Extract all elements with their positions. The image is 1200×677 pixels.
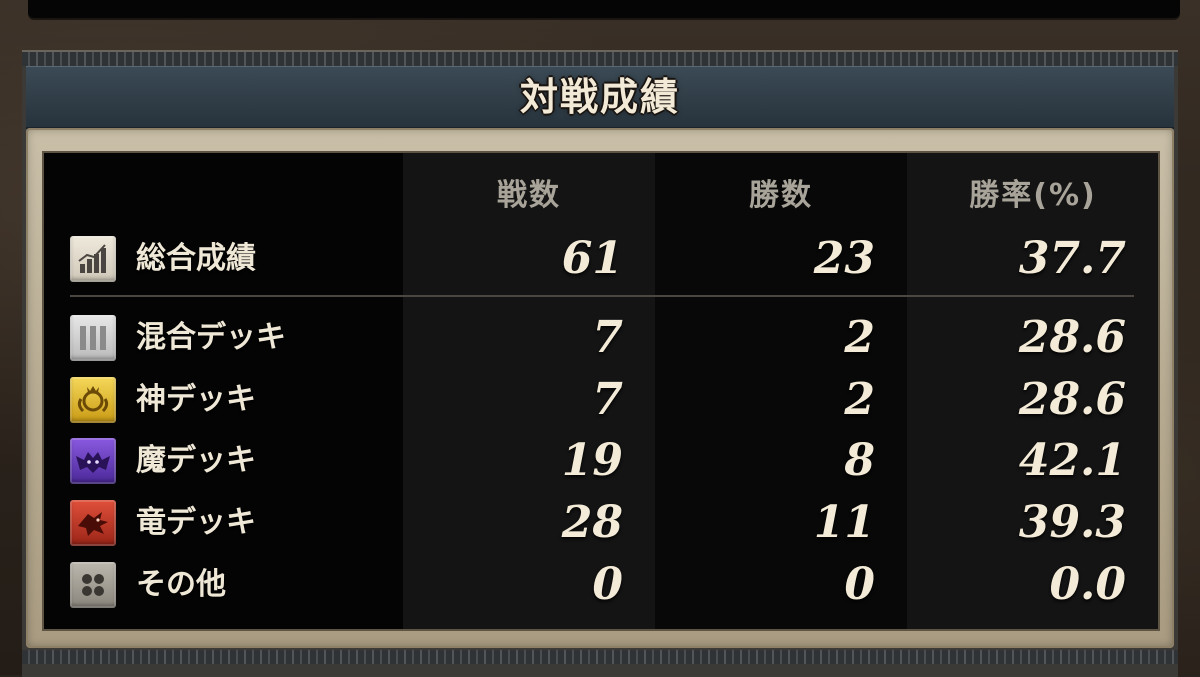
dragon-deck-icon (70, 500, 116, 546)
win-rate-value: 0.0 (1049, 559, 1126, 610)
wins-value: 11 (813, 497, 875, 548)
battles-value: 0 (592, 559, 623, 610)
battles-value: 7 (592, 374, 623, 425)
header-wins: 勝数 (749, 178, 813, 213)
battles-value: 7 (592, 312, 623, 363)
table-row-total: 総合成績 61 23 37.7 (44, 230, 1158, 288)
row-label: 神デッキ (136, 382, 256, 417)
frame-border-bottom (22, 650, 1178, 664)
demon-deck-icon (70, 438, 116, 484)
row-label: 総合成績 (136, 241, 256, 276)
wins-value: 8 (844, 435, 875, 486)
table-row-mixed: 混合デッキ 7 2 28.6 (44, 309, 1158, 367)
frame-border-top (22, 52, 1178, 66)
wins-value: 0 (844, 559, 875, 610)
battles-value: 61 (561, 233, 623, 284)
top-bar (28, 0, 1180, 18)
table-row-other: その他 0 0 0.0 (44, 556, 1158, 614)
row-label: 混合デッキ (136, 320, 286, 355)
table-row-dragon: 竜デッキ 28 11 39.3 (44, 494, 1158, 552)
row-label: その他 (136, 567, 226, 602)
page-title: 対戦成績 (519, 75, 680, 119)
header-battles: 戦数 (497, 178, 561, 213)
title-band: 対戦成績 (26, 66, 1174, 129)
table-row-god: 神デッキ 7 2 28.6 (44, 371, 1158, 429)
table-row-demon: 魔デッキ 19 8 42.1 (44, 432, 1158, 490)
divider (70, 295, 1134, 297)
other-icon (70, 562, 116, 608)
win-rate-value: 42.1 (1018, 435, 1126, 486)
header-win-rate: 勝率(%) (969, 178, 1097, 213)
row-label: 魔デッキ (136, 443, 256, 478)
row-label: 竜デッキ (136, 505, 256, 540)
win-rate-value: 28.6 (1018, 312, 1126, 363)
mixed-deck-icon (70, 315, 116, 361)
battles-value: 19 (561, 435, 623, 486)
chart-icon (70, 236, 116, 282)
wins-value: 2 (844, 374, 875, 425)
battles-value: 28 (561, 497, 623, 548)
wins-value: 23 (813, 233, 875, 284)
win-rate-value: 39.3 (1018, 497, 1126, 548)
god-deck-icon (70, 377, 116, 423)
wins-value: 2 (844, 312, 875, 363)
win-rate-value: 28.6 (1018, 374, 1126, 425)
win-rate-value: 37.7 (1018, 233, 1126, 284)
